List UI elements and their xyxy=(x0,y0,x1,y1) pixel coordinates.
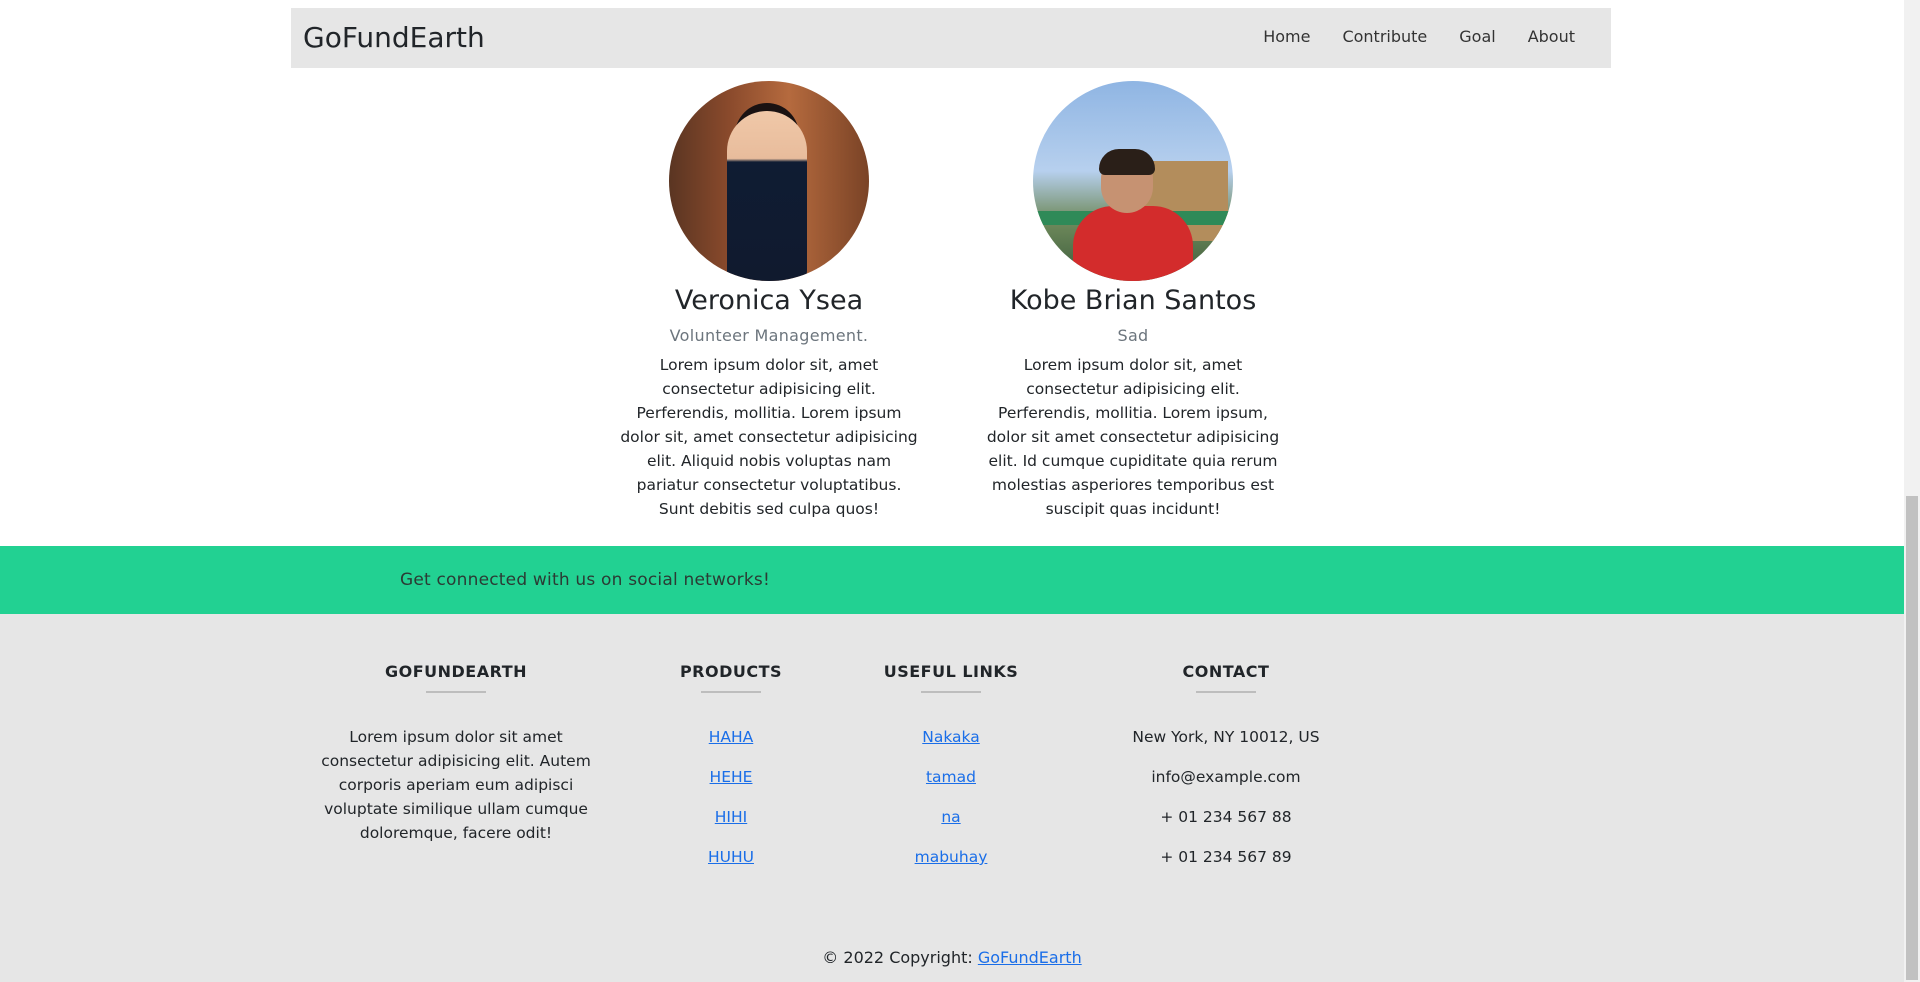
contact-email: info@example.com xyxy=(1151,768,1301,786)
footer-about-text: Lorem ipsum dolor sit amet consectetur a… xyxy=(321,728,591,842)
member-photo xyxy=(669,81,869,281)
footer-products-links: HAHA HEHE HIHI HUHU xyxy=(661,725,801,869)
member-photo xyxy=(1033,81,1233,281)
nav-goal[interactable]: Goal xyxy=(1459,8,1495,66)
footer-useful-links: Nakaka tamad na mabuhay xyxy=(871,725,1031,869)
footer-contact-info: New York, NY 10012, US info@example.com … xyxy=(1116,725,1336,869)
footer-link-hihi[interactable]: HIHI xyxy=(661,805,801,829)
member-name: Veronica Ysea xyxy=(674,285,864,316)
divider xyxy=(426,691,486,693)
contact-phone: + 01 234 567 88 xyxy=(1160,808,1292,826)
footer-heading: GOFUNDEARTH xyxy=(384,662,528,681)
footer-heading: PRODUCTS xyxy=(679,662,783,681)
footer-link-hehe[interactable]: HEHE xyxy=(661,765,801,789)
social-text: Get connected with us on social networks… xyxy=(400,570,770,590)
footer-link-huhu[interactable]: HUHU xyxy=(661,845,801,869)
social-band: Get connected with us on social networks… xyxy=(0,546,1904,614)
footer-link-haha[interactable]: HAHA xyxy=(661,725,801,749)
footer-heading: USEFUL LINKS xyxy=(883,662,1019,681)
nav-contribute[interactable]: Contribute xyxy=(1342,8,1427,66)
contact-address: New York, NY 10012, US xyxy=(1132,728,1320,746)
team-member-card: Veronica Ysea Volunteer Management. Lore… xyxy=(619,81,919,521)
footer-link-tamad[interactable]: tamad xyxy=(871,765,1031,789)
member-bio: Lorem ipsum dolor sit, amet consectetur … xyxy=(986,356,1280,518)
member-role: Sad xyxy=(1117,326,1149,345)
footer-link-mabuhay[interactable]: mabuhay xyxy=(871,845,1031,869)
page: GoFundEarth Home Contribute Goal About V… xyxy=(0,0,1904,982)
footer-heading: CONTACT xyxy=(1182,662,1270,681)
member-role: Volunteer Management. xyxy=(669,326,869,345)
footer-about-column: GOFUNDEARTH Lorem ipsum dolor sit amet c… xyxy=(306,662,606,845)
nav-links: Home Contribute Goal About xyxy=(1231,8,1575,66)
copyright-link[interactable]: GoFundEarth xyxy=(978,948,1082,967)
brand-link[interactable]: GoFundEarth xyxy=(303,8,485,68)
copyright-text: © 2022 Copyright: xyxy=(822,948,978,967)
nav-home[interactable]: Home xyxy=(1263,8,1310,66)
scrollbar-thumb[interactable] xyxy=(1906,496,1918,980)
footer-link-na[interactable]: na xyxy=(871,805,1031,829)
copyright: © 2022 Copyright: GoFundEarth xyxy=(0,948,1904,967)
vertical-scrollbar[interactable] xyxy=(1904,0,1920,982)
footer: GOFUNDEARTH Lorem ipsum dolor sit amet c… xyxy=(0,614,1904,982)
footer-products-column: PRODUCTS HAHA HEHE HIHI HUHU xyxy=(661,662,801,885)
member-bio: Lorem ipsum dolor sit, amet consectetur … xyxy=(620,356,918,518)
member-name: Kobe Brian Santos xyxy=(1009,285,1257,316)
footer-useful-links-column: USEFUL LINKS Nakaka tamad na mabuhay xyxy=(871,662,1031,885)
footer-link-nakaka[interactable]: Nakaka xyxy=(871,725,1031,749)
divider xyxy=(921,691,981,693)
contact-phone: + 01 234 567 89 xyxy=(1160,848,1292,866)
divider xyxy=(701,691,761,693)
navbar: GoFundEarth Home Contribute Goal About xyxy=(291,8,1611,68)
footer-contact-column: CONTACT New York, NY 10012, US info@exam… xyxy=(1116,662,1336,885)
divider xyxy=(1196,691,1256,693)
team-member-card: Kobe Brian Santos Sad Lorem ipsum dolor … xyxy=(983,81,1283,521)
nav-about[interactable]: About xyxy=(1528,8,1575,66)
